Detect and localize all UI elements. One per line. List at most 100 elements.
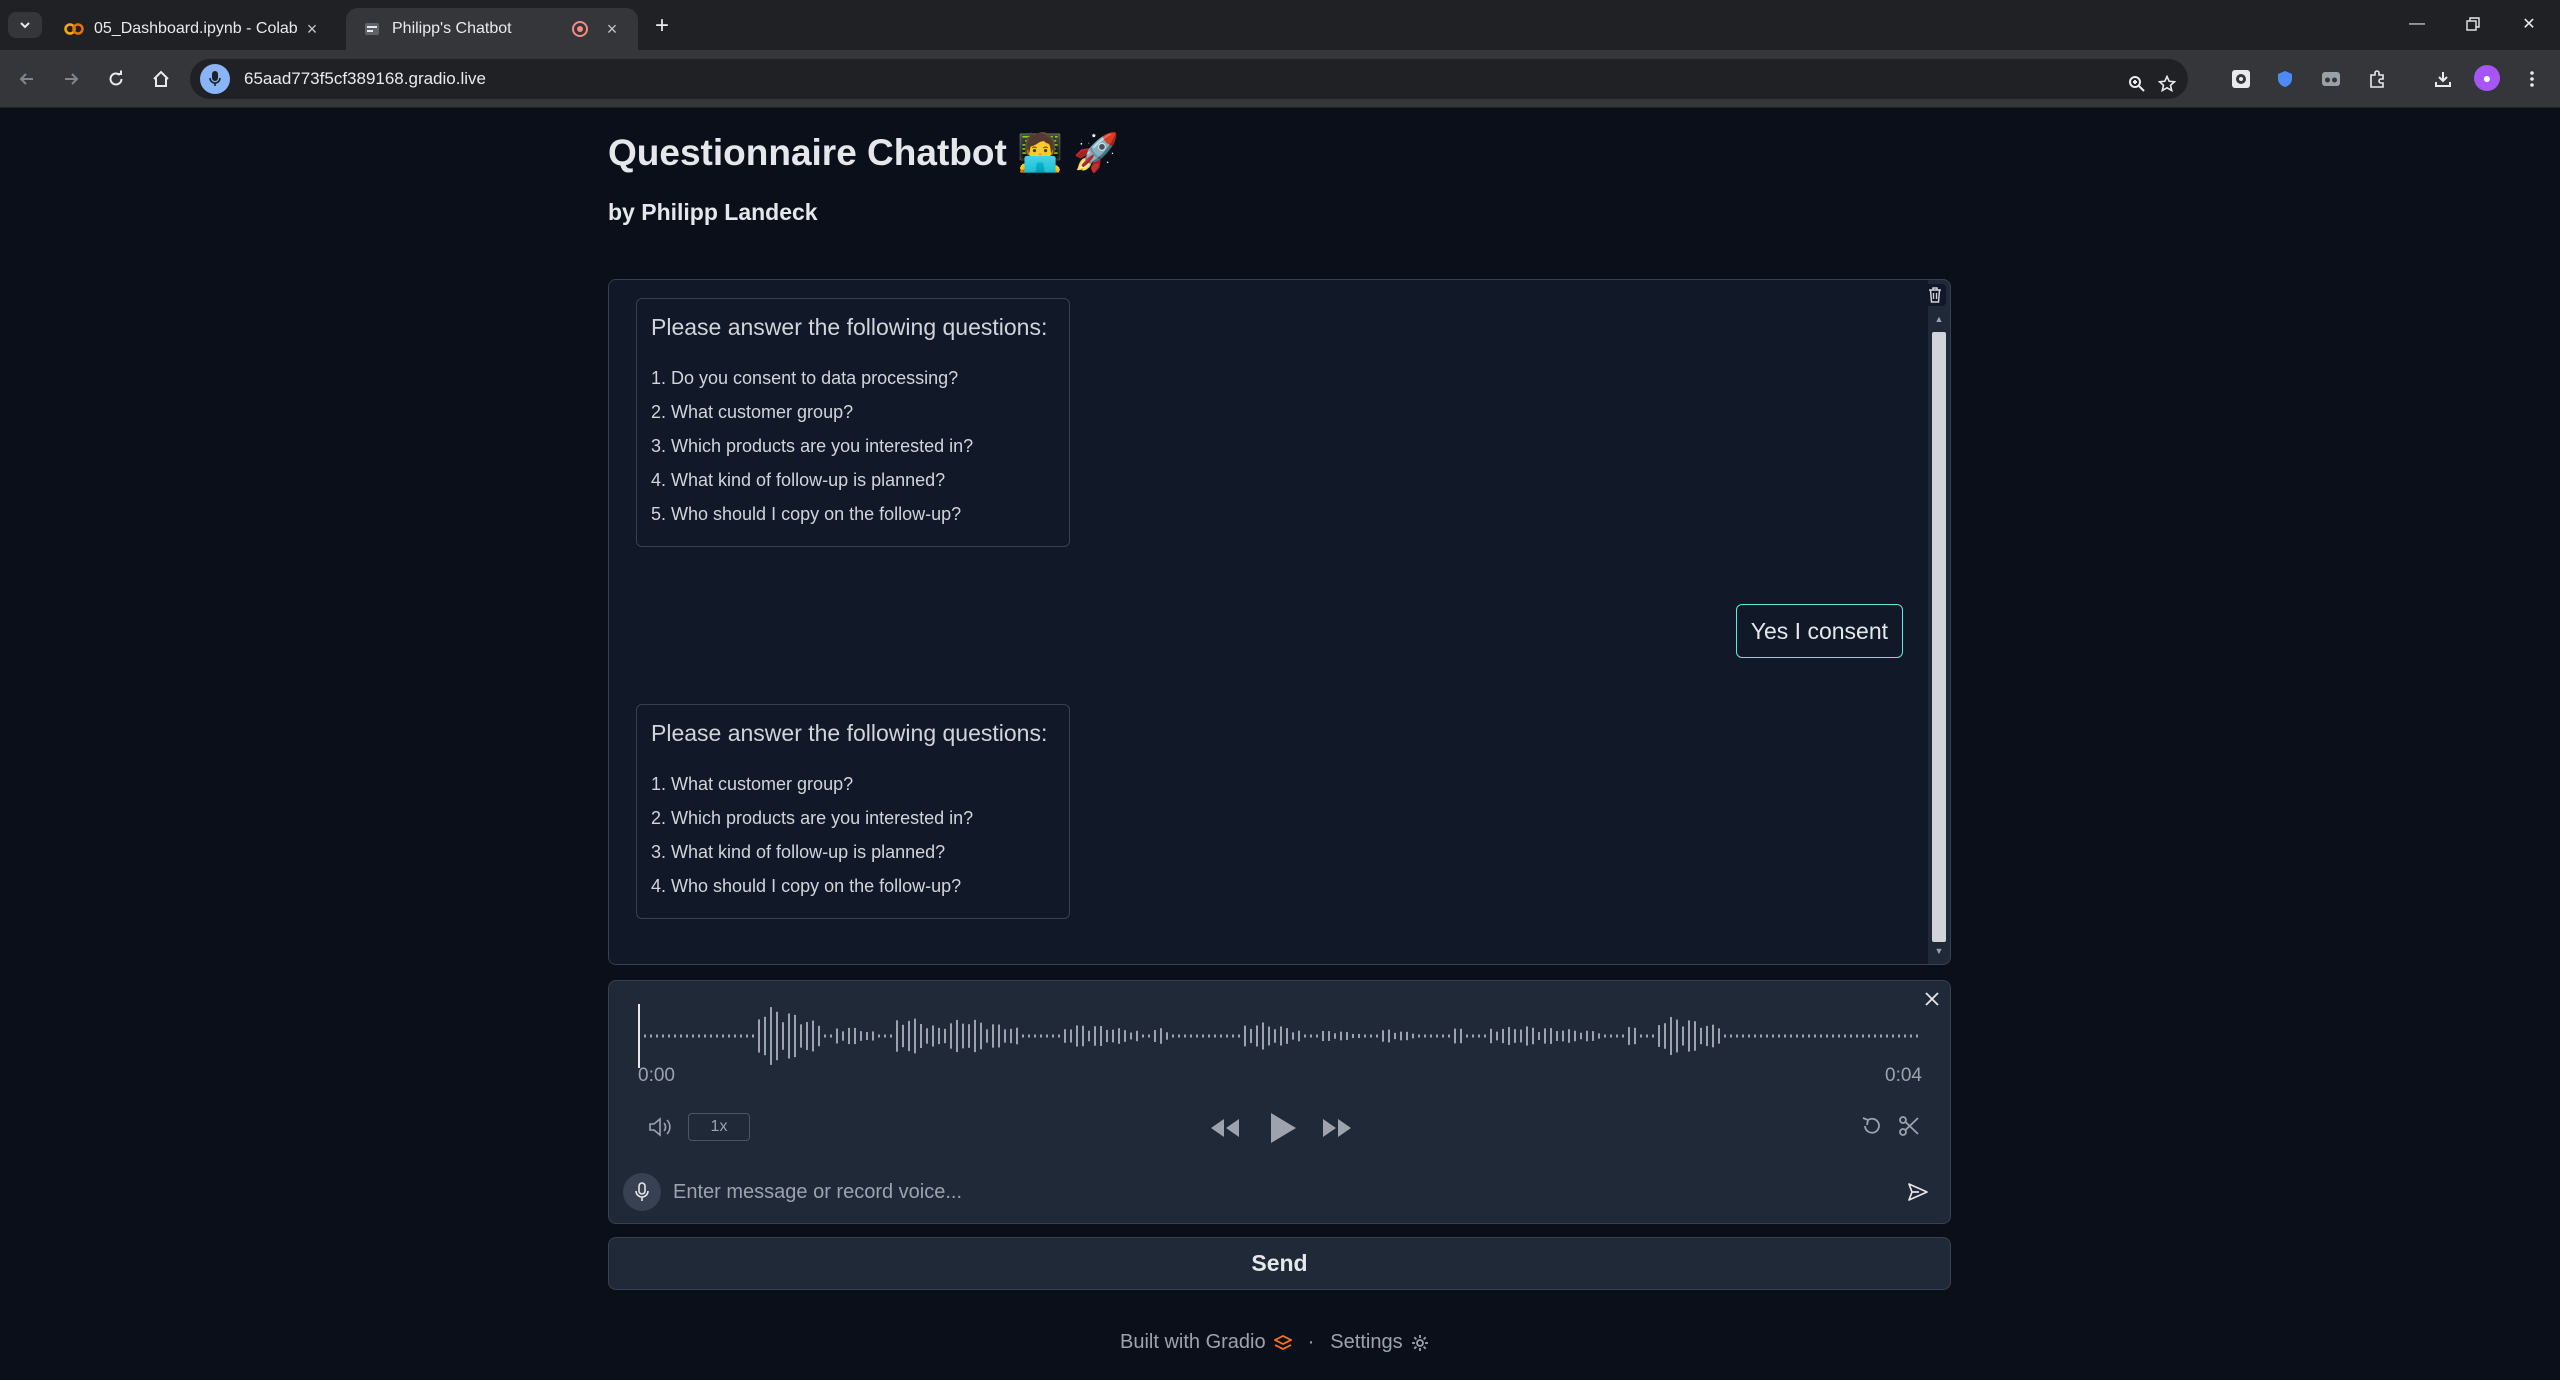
question-item: 3. Which products are you interested in? bbox=[651, 436, 974, 456]
waveform-bar bbox=[1226, 1034, 1228, 1038]
submit-arrow-icon[interactable] bbox=[1899, 1173, 1937, 1211]
waveform-bar bbox=[1874, 1034, 1876, 1038]
waveform-bar bbox=[890, 1034, 892, 1038]
send-button[interactable]: Send bbox=[608, 1237, 1951, 1290]
waveform-bar bbox=[1826, 1034, 1828, 1038]
waveform-bar bbox=[1550, 1028, 1552, 1044]
waveform-bar bbox=[1046, 1034, 1048, 1038]
waveform-bar bbox=[944, 1028, 946, 1044]
extension-icon[interactable] bbox=[2226, 64, 2256, 94]
waveform-bar bbox=[794, 1014, 796, 1058]
waveform-bar bbox=[1820, 1034, 1822, 1038]
new-tab-button[interactable]: + bbox=[648, 12, 676, 40]
tab-title: Philipp's Chatbot bbox=[392, 20, 512, 37]
microphone-icon[interactable] bbox=[200, 64, 230, 94]
back-button[interactable] bbox=[12, 64, 42, 94]
audio-waveform[interactable] bbox=[638, 996, 1920, 1076]
home-button[interactable] bbox=[146, 64, 176, 94]
close-icon[interactable]: × bbox=[602, 19, 622, 39]
playback-speed-button[interactable]: 1x bbox=[688, 1113, 750, 1141]
browser-tab-bar: 05_Dashboard.ipynb - Colab × Philipp's C… bbox=[0, 0, 2560, 50]
waveform-bar bbox=[1286, 1028, 1288, 1044]
fast-forward-icon[interactable] bbox=[1317, 1111, 1357, 1145]
waveform-bar bbox=[1280, 1026, 1282, 1046]
waveform-bar bbox=[1328, 1031, 1330, 1041]
waveform-bar bbox=[1808, 1034, 1810, 1038]
window-close-button[interactable]: ✕ bbox=[2504, 8, 2554, 40]
waveform-bar bbox=[1430, 1034, 1432, 1038]
waveform-bar bbox=[1766, 1034, 1768, 1038]
gradio-app: Questionnaire Chatbot 🧑‍💻 🚀 by Philipp L… bbox=[0, 109, 2560, 1380]
clear-chat-trash-icon[interactable] bbox=[1924, 284, 1946, 306]
waveform-bar bbox=[1904, 1034, 1906, 1038]
incognito-extension-icon[interactable] bbox=[2316, 64, 2346, 94]
waveform-bar bbox=[1082, 1025, 1084, 1047]
scrollbar-thumb[interactable] bbox=[1932, 332, 1946, 942]
waveform-bar bbox=[998, 1024, 1000, 1048]
waveform-bar bbox=[1706, 1025, 1708, 1047]
waveform-bar bbox=[1322, 1031, 1324, 1041]
waveform-bar bbox=[866, 1031, 868, 1041]
restore-button[interactable] bbox=[2448, 8, 2498, 40]
tab-chatbot[interactable]: Philipp's Chatbot × bbox=[346, 8, 638, 50]
waveform-bar bbox=[1898, 1034, 1900, 1038]
waveform-bar bbox=[1538, 1031, 1540, 1041]
microphone-icon bbox=[635, 1182, 649, 1201]
play-icon[interactable] bbox=[1263, 1106, 1303, 1150]
scroll-up-arrow-icon[interactable]: ▲ bbox=[1932, 312, 1946, 326]
restore-icon bbox=[2466, 17, 2480, 31]
tab-search-button[interactable] bbox=[8, 12, 42, 38]
chat-scrollbar[interactable]: ▲ ▼ bbox=[1931, 310, 1947, 960]
waveform-bar bbox=[1724, 1034, 1726, 1038]
waveform-bar bbox=[842, 1031, 844, 1041]
waveform-bar bbox=[914, 1018, 916, 1054]
minimize-button[interactable]: — bbox=[2392, 8, 2442, 40]
playhead[interactable] bbox=[638, 1004, 640, 1068]
footer-separator: · bbox=[1307, 1331, 1315, 1353]
waveform-bar bbox=[1916, 1034, 1918, 1038]
volume-icon[interactable] bbox=[645, 1111, 677, 1143]
record-microphone-button[interactable] bbox=[623, 1173, 661, 1211]
puzzle-extensions-icon[interactable] bbox=[2362, 64, 2392, 94]
settings-link[interactable]: Settings bbox=[1330, 1331, 1428, 1354]
remove-audio-close-icon[interactable] bbox=[1920, 987, 1944, 1011]
waveform-bar bbox=[1844, 1034, 1846, 1038]
waveform-bar bbox=[1640, 1034, 1642, 1038]
forward-button[interactable] bbox=[56, 64, 86, 94]
download-icon[interactable] bbox=[2428, 64, 2458, 94]
question-item: 2. What customer group? bbox=[651, 402, 854, 422]
profile-avatar[interactable]: ● bbox=[2474, 65, 2500, 91]
menu-kebab-icon[interactable] bbox=[2517, 64, 2547, 94]
waveform-bar bbox=[1856, 1034, 1858, 1038]
message-input[interactable] bbox=[673, 1173, 1899, 1211]
tab-colab[interactable]: 05_Dashboard.ipynb - Colab × bbox=[48, 8, 338, 50]
address-bar[interactable]: 65aad773f5cf389168.gradio.live bbox=[190, 59, 2188, 99]
close-icon[interactable]: × bbox=[302, 19, 322, 39]
bookmark-star-icon[interactable] bbox=[2152, 69, 2182, 99]
reset-audio-icon[interactable] bbox=[1857, 1111, 1887, 1141]
zoom-icon[interactable] bbox=[2122, 69, 2152, 99]
trim-scissors-icon[interactable] bbox=[1894, 1111, 1924, 1141]
waveform-bar bbox=[752, 1034, 754, 1038]
waveform-bar bbox=[710, 1034, 712, 1038]
waveform-bar bbox=[1220, 1034, 1222, 1038]
waveform-bar bbox=[950, 1023, 952, 1049]
chatbot-panel: Please answer the following questions: 1… bbox=[608, 279, 1951, 965]
bot-message: Please answer the following questions: 1… bbox=[636, 298, 1070, 547]
waveform-bar bbox=[878, 1034, 880, 1038]
shield-extension-icon[interactable] bbox=[2270, 64, 2300, 94]
question-item: 5. Who should I copy on the follow-up? bbox=[651, 504, 962, 524]
waveform-bar bbox=[1034, 1034, 1036, 1038]
waveform-bar bbox=[800, 1024, 802, 1048]
waveform-bar bbox=[1628, 1027, 1630, 1045]
reload-button[interactable] bbox=[101, 64, 131, 94]
built-with-text: Built with Gradio bbox=[1120, 1331, 1266, 1353]
waveform-bar bbox=[1562, 1030, 1564, 1042]
waveform-bar bbox=[1658, 1025, 1660, 1047]
waveform-bar bbox=[1886, 1034, 1888, 1038]
built-with-gradio-link[interactable]: Built with Gradio bbox=[1120, 1331, 1292, 1354]
scroll-down-arrow-icon[interactable]: ▼ bbox=[1932, 944, 1946, 958]
waveform-bar bbox=[1292, 1032, 1294, 1040]
waveform-bar bbox=[932, 1025, 934, 1047]
rewind-icon[interactable] bbox=[1205, 1111, 1245, 1145]
